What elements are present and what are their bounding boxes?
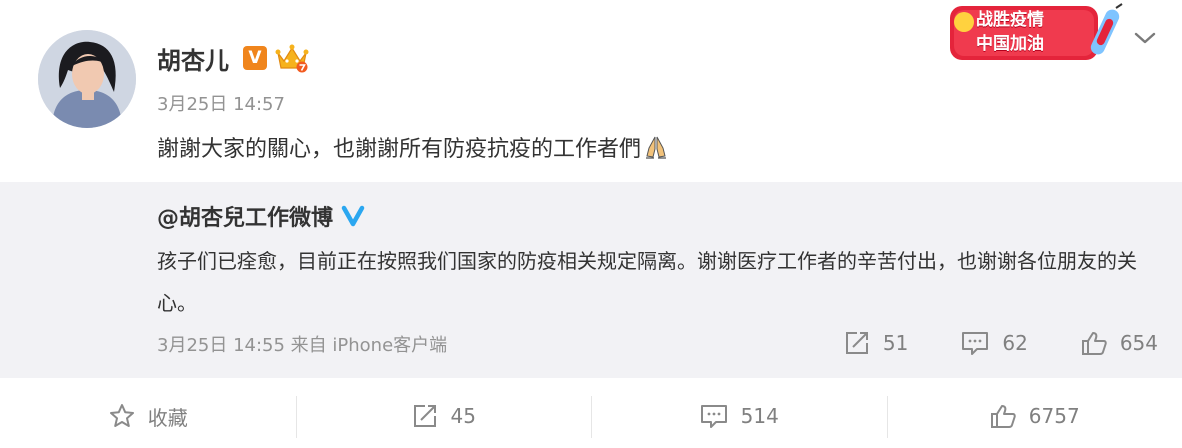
post-timestamp[interactable]: 3月25日 14:57	[157, 90, 285, 116]
repost-forward-count: 51	[882, 331, 909, 355]
campaign-line-2: 中国加油	[976, 34, 1044, 54]
author-name[interactable]: 胡杏儿	[157, 41, 229, 76]
repost-comment-count: 62	[1002, 331, 1028, 355]
campaign-line-1: 战胜疫情	[976, 10, 1044, 30]
repost-meta[interactable]: 3月25日 14:55 来自 iPhone客户端	[157, 331, 447, 357]
campaign-badge-text: 战胜疫情 中国加油	[976, 8, 1044, 56]
author-row: 胡杏儿 V	[157, 40, 309, 76]
repost-author-name[interactable]: @胡杏兒工作微博	[157, 200, 333, 232]
pray-hands-icon	[643, 134, 669, 160]
repost-like-count: 654	[1119, 331, 1158, 355]
verified-badge-icon[interactable]: V	[243, 46, 267, 70]
favorite-label: 收藏	[147, 405, 188, 430]
comment-icon	[700, 405, 727, 428]
repost-block[interactable]: @胡杏兒工作微博 孩子们已痊愈，目前正在按照我们国家的防疫相关规定隔离。谢谢医疗…	[0, 182, 1182, 378]
post-text: 謝謝大家的關心，也謝謝所有防疫抗疫的工作者們	[157, 137, 642, 162]
repost-forward-button[interactable]: 51	[843, 330, 908, 356]
favorite-button[interactable]: 收藏	[0, 384, 296, 448]
comment-count: 514	[740, 404, 779, 428]
repost-actions: 51 62 654	[843, 330, 1158, 356]
star-icon	[109, 404, 134, 427]
comment-button[interactable]: 514	[591, 384, 887, 448]
post-content: 謝謝大家的關心，也謝謝所有防疫抗疫的工作者們	[157, 131, 669, 163]
forward-count: 45	[450, 404, 476, 428]
forward-icon	[413, 405, 436, 427]
forward-button[interactable]: 45	[295, 384, 592, 448]
like-button[interactable]: 6757	[886, 384, 1182, 448]
forward-icon	[845, 332, 868, 354]
campaign-badge[interactable]: 战胜疫情 中国加油	[948, 2, 1126, 64]
repost-like-button[interactable]: 654	[1080, 330, 1158, 356]
comment-icon	[962, 332, 989, 355]
action-bar: 收藏 45 514 6757	[0, 384, 1182, 448]
weibo-post-card: 胡杏儿 V 3月25日 14:57 謝謝大家的關心，也謝謝所有防疫抗疫的工作者們	[0, 0, 1182, 448]
avatar-image	[38, 30, 136, 128]
repost-author[interactable]: @胡杏兒工作微博	[157, 200, 365, 232]
repost-comment-button[interactable]: 62	[960, 330, 1028, 356]
like-count: 6757	[1028, 404, 1080, 428]
thumbs-up-icon	[1081, 332, 1107, 355]
thumbs-up-icon	[990, 405, 1016, 428]
avatar[interactable]	[38, 30, 136, 128]
repost-text: 孩子们已痊愈，目前正在按照我们国家的防疫相关规定隔离。谢谢医疗工作者的辛苦付出，…	[157, 249, 1137, 315]
chevron-down-icon[interactable]	[1132, 28, 1158, 48]
verified-v-icon	[341, 204, 365, 228]
crown-member-icon[interactable]	[275, 43, 309, 73]
